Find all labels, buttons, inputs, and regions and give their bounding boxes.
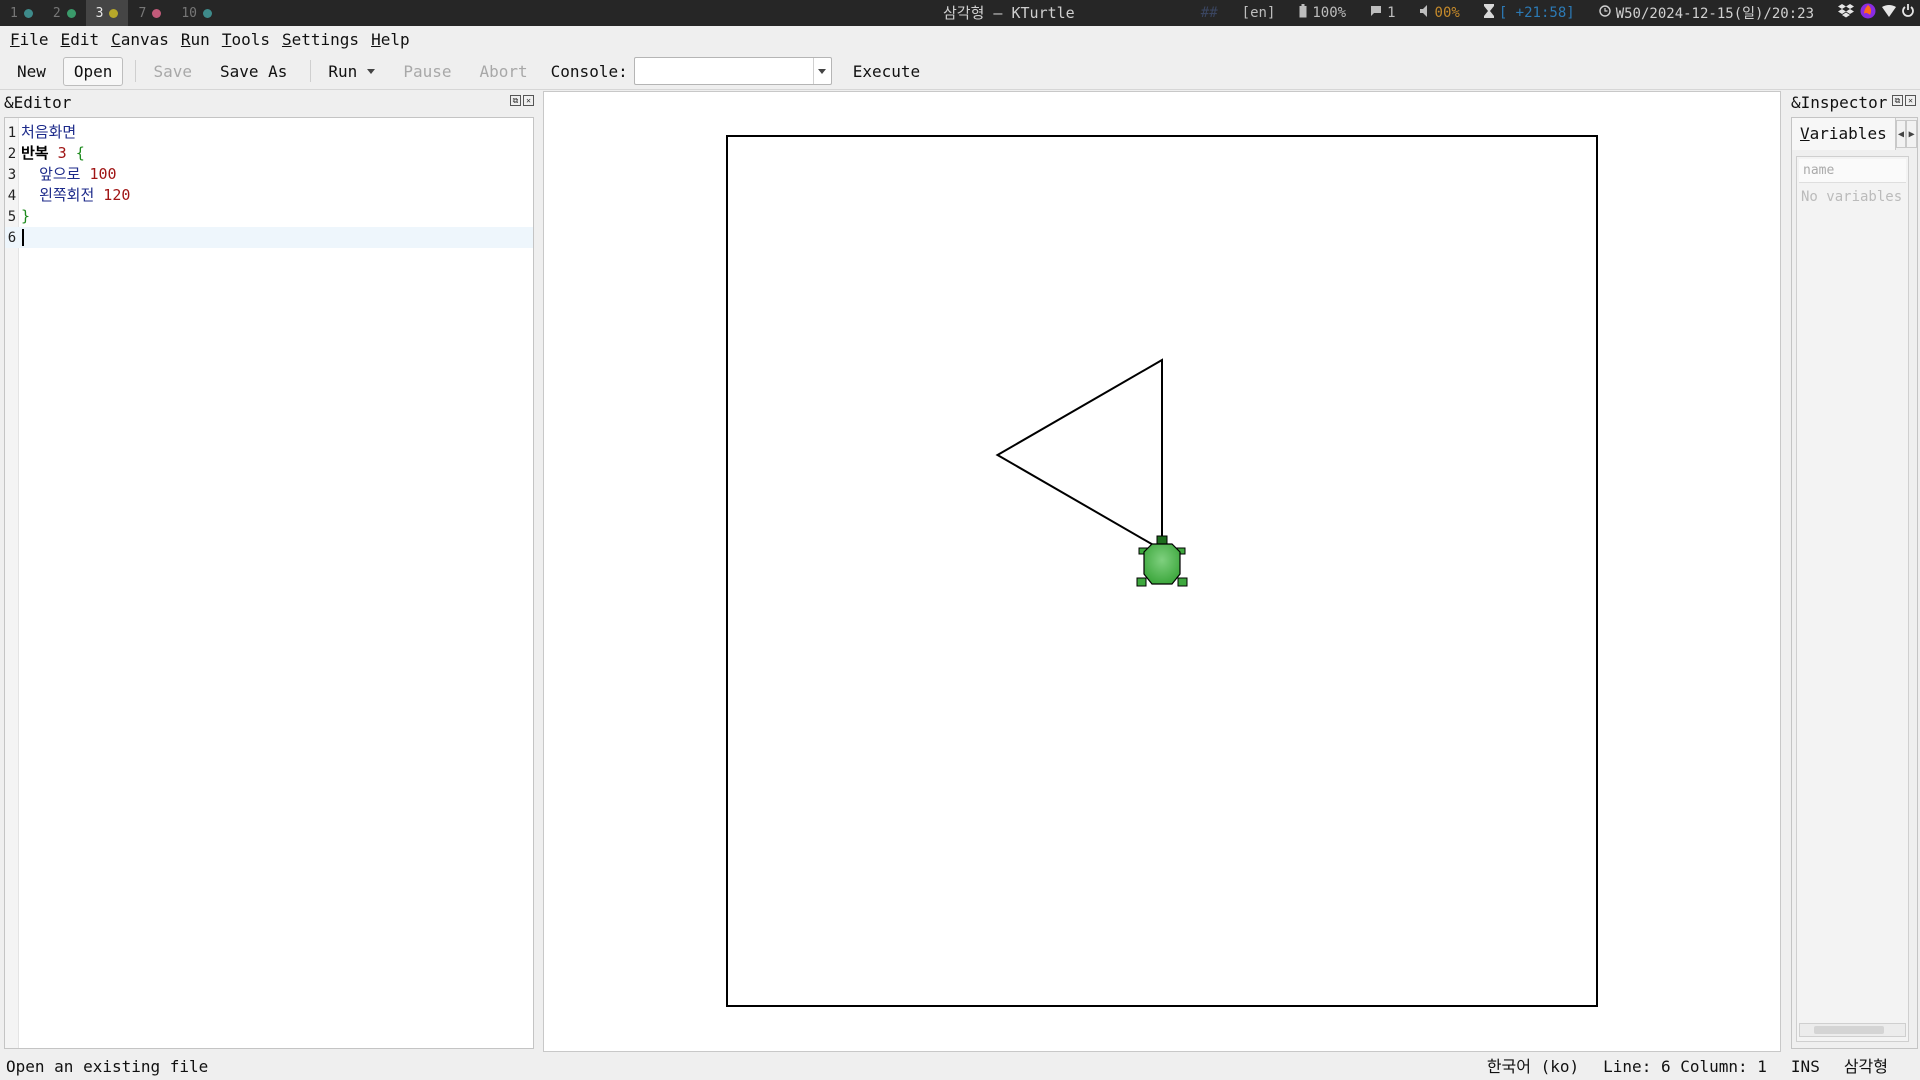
workspace-2[interactable]: 2 xyxy=(43,0,86,26)
console-combobox[interactable] xyxy=(633,57,832,85)
menu-file[interactable]: File xyxy=(4,26,55,53)
workspace-1[interactable]: 1 xyxy=(0,0,43,26)
speaker-icon xyxy=(1419,5,1430,21)
toolbar-separator xyxy=(310,60,312,82)
chevron-left-icon[interactable]: ◀ xyxy=(1895,120,1907,148)
inspector-dock: &Inspector ⧉ ✕ Variables ◀ ▶ name No var… xyxy=(1787,91,1920,1051)
code-line[interactable]: 6 xyxy=(5,227,533,248)
line-number: 4 xyxy=(7,188,17,204)
timer-indicator[interactable]: [ +21:58] xyxy=(1483,4,1575,22)
hash-indicator: ## xyxy=(1200,5,1218,21)
app-tray-icon[interactable] xyxy=(1860,3,1876,23)
inspector-panel: Variables ◀ ▶ name No variables xyxy=(1791,117,1918,1049)
hourglass-icon xyxy=(1483,4,1494,22)
console-dropdown-button[interactable] xyxy=(812,58,831,84)
editor-dock-title: &Editor ⧉ ✕ xyxy=(0,91,538,115)
status-bar: Open an existing file 한국어 (ko) Line: 6 C… xyxy=(0,1054,1920,1080)
clock-icon xyxy=(1598,5,1611,21)
code-line[interactable]: 2 반복 3 { xyxy=(5,143,533,164)
battery-icon xyxy=(1299,4,1307,22)
battery-indicator: 100% xyxy=(1299,4,1346,22)
line-number: 1 xyxy=(7,125,17,141)
menu-edit[interactable]: Edit xyxy=(55,26,106,53)
workspace-dot-icon xyxy=(202,8,212,18)
workspace-10[interactable]: 10 xyxy=(171,0,222,26)
empty-message: No variables xyxy=(1801,189,1903,205)
variables-table[interactable]: name No variables xyxy=(1796,156,1909,1042)
line-number: 6 xyxy=(7,230,17,246)
turtle-canvas[interactable] xyxy=(543,91,1781,1052)
float-icon[interactable]: ⧉ xyxy=(1892,95,1903,106)
close-icon[interactable]: ✕ xyxy=(523,95,534,106)
power-icon[interactable] xyxy=(1902,4,1914,22)
menu-bar: File Edit Canvas Run Tools Settings Help xyxy=(0,26,1920,53)
volume-indicator[interactable]: 00% xyxy=(1419,5,1460,21)
menu-settings[interactable]: Settings xyxy=(276,26,365,53)
window-title: 삼각형 — KTurtle xyxy=(943,4,1075,22)
code-line[interactable]: 5} xyxy=(5,206,533,227)
notification-indicator[interactable]: 1 xyxy=(1370,5,1396,21)
menu-run[interactable]: Run xyxy=(175,26,216,53)
tab-variables[interactable]: Variables xyxy=(1792,118,1896,150)
chevron-right-icon[interactable]: ▶ xyxy=(1906,120,1917,148)
dropbox-icon[interactable] xyxy=(1838,4,1854,22)
main-toolbar: New Open Save Save As Run Pause Abort Co… xyxy=(0,53,1920,90)
abort-button[interactable]: Abort xyxy=(468,57,538,86)
float-icon[interactable]: ⧉ xyxy=(510,95,521,106)
save-as-button[interactable]: Save As xyxy=(209,57,298,86)
run-button[interactable]: Run xyxy=(317,57,386,86)
workspace-dot-icon xyxy=(23,8,33,18)
column-header-name[interactable]: name xyxy=(1799,159,1906,183)
chevron-down-icon xyxy=(367,68,376,74)
tray-icons xyxy=(1838,3,1914,23)
workspace-7[interactable]: 7 xyxy=(128,0,171,26)
menu-tools[interactable]: Tools xyxy=(216,26,276,53)
console-input[interactable] xyxy=(634,58,813,84)
editor-dock: &Editor ⧉ ✕ 1 처음화면 2 반복 3 {3 앞으로 100 4 왼쪽회전 … xyxy=(0,91,538,1051)
system-bar: 1 2 3 7 10 삼각형 — KTurtle ## [en] 100% 1 00% xyxy=(0,0,1920,26)
toolbar-separator xyxy=(135,60,137,82)
inspector-dock-title: &Inspector ⧉ ✕ xyxy=(1787,91,1920,115)
code-line[interactable]: 3 앞으로 100 xyxy=(5,164,533,185)
workspace-dot-icon xyxy=(109,8,119,18)
line-number-gutter xyxy=(5,118,19,1048)
workspace-dot-icon xyxy=(152,8,162,18)
save-button[interactable]: Save xyxy=(142,57,203,86)
chevron-down-icon xyxy=(818,68,827,74)
status-mode: INS xyxy=(1790,1057,1820,1076)
workspace-3[interactable]: 3 xyxy=(85,0,129,26)
status-language: 한국어 (ko) xyxy=(1486,1057,1580,1076)
language-indicator[interactable]: [en] xyxy=(1242,5,1276,21)
workspace-dot-icon xyxy=(66,8,76,18)
horizontal-scrollbar[interactable] xyxy=(1799,1023,1906,1037)
console-label: Console: xyxy=(550,61,628,81)
code-line[interactable]: 4 왼쪽회전 120 xyxy=(5,185,533,206)
menu-help[interactable]: Help xyxy=(365,26,416,53)
status-filename: 삼각형 xyxy=(1843,1057,1888,1076)
wifi-icon[interactable] xyxy=(1882,5,1896,21)
text-cursor xyxy=(22,229,24,246)
status-message: Open an existing file xyxy=(6,1057,209,1076)
code-editor[interactable]: 1 처음화면 2 반복 3 {3 앞으로 100 4 왼쪽회전 120 5} 6 xyxy=(4,117,534,1049)
execute-button[interactable]: Execute xyxy=(842,57,931,86)
menu-canvas[interactable]: Canvas xyxy=(105,26,175,53)
line-number: 3 xyxy=(7,167,17,183)
scrollbar-thumb[interactable] xyxy=(1814,1026,1884,1034)
new-button[interactable]: New xyxy=(6,57,57,86)
clock-indicator[interactable]: W50/2024-12-15(일)/20:23 xyxy=(1598,3,1814,23)
workspace-list: 1 2 3 7 10 xyxy=(0,0,222,26)
line-number: 2 xyxy=(7,146,17,162)
system-tray: ## [en] 100% 1 00% [ +21:58] W50/2024-12… xyxy=(1201,0,1920,26)
pause-button[interactable]: Pause xyxy=(392,57,462,86)
close-icon[interactable]: ✕ xyxy=(1905,95,1916,106)
line-number: 5 xyxy=(7,209,17,225)
message-icon xyxy=(1370,5,1382,21)
code-line[interactable]: 1 처음화면 xyxy=(5,122,533,143)
open-button[interactable]: Open xyxy=(62,56,124,86)
status-position: Line: 6 Column: 1 xyxy=(1603,1057,1767,1076)
canvas-drawing xyxy=(726,135,1598,1007)
